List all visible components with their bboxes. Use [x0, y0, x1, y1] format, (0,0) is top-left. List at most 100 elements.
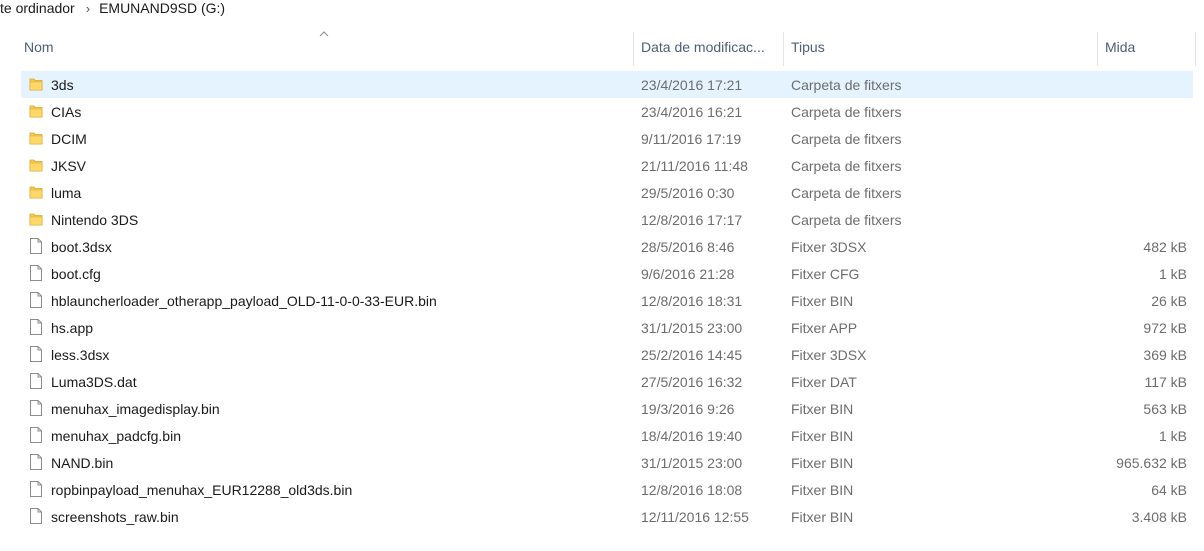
breadcrumb-item-drive[interactable]: EMUNAND9SD (G:): [99, 0, 225, 16]
column-header-size[interactable]: Mida: [1105, 28, 1195, 66]
folder-icon: [29, 103, 43, 119]
column-divider[interactable]: [633, 32, 634, 66]
file-name: NAND.bin: [51, 455, 114, 471]
file-date: 28/5/2016 8:46: [641, 239, 735, 255]
file-name: hblauncherloader_otherapp_payload_OLD-11…: [51, 293, 437, 309]
file-type: Carpeta de fitxers: [791, 131, 902, 147]
file-date: 23/4/2016 17:21: [641, 77, 743, 93]
file-type: Carpeta de fitxers: [791, 158, 902, 174]
file-row[interactable]: ropbinpayload_menuhax_EUR12288_old3ds.bi…: [21, 476, 1193, 503]
column-divider[interactable]: [783, 32, 784, 66]
file-type: Fitxer BIN: [791, 401, 854, 417]
file-name: boot.3dsx: [51, 239, 112, 255]
file-row[interactable]: menuhax_padcfg.bin 18/4/2016 19:40 Fitxer …: [21, 422, 1193, 449]
file-name: ropbinpayload_menuhax_EUR12288_old3ds.bi…: [51, 482, 353, 498]
file-name: Nintendo 3DS: [51, 212, 139, 228]
file-name: CIAs: [51, 104, 82, 120]
column-header-bar: Nom Data de modificac... Tipus Mida: [0, 28, 1204, 66]
file-type: Fitxer CFG: [791, 266, 860, 282]
file-row[interactable]: menuhax_imagedisplay.bin 19/3/2016 9:26 Fi…: [21, 395, 1193, 422]
file-date: 29/5/2016 0:30: [641, 185, 735, 201]
file-type: Fitxer BIN: [791, 293, 854, 309]
file-row[interactable]: boot.cfg 9/6/2016 21:28 Fitxer CFG 1 kB: [21, 260, 1193, 287]
file-date: 9/11/2016 17:19: [641, 131, 742, 147]
file-date: 18/4/2016 19:40: [641, 428, 743, 444]
file-name: DCIM: [51, 131, 87, 147]
file-size: 26 kB: [1151, 293, 1187, 309]
file-date: 12/11/2016 12:55: [641, 509, 749, 525]
file-icon: [29, 373, 43, 389]
file-size: 1 kB: [1158, 266, 1187, 282]
column-header-name[interactable]: Nom: [24, 28, 624, 66]
file-icon: [29, 481, 43, 497]
file-size: 369 kB: [1143, 347, 1187, 363]
file-row[interactable]: hblauncherloader_otherapp_payload_OLD-11…: [21, 287, 1193, 314]
file-date: 23/4/2016 16:21: [641, 104, 743, 120]
file-icon: [29, 265, 43, 281]
file-date: 25/2/2016 14:45: [641, 347, 743, 363]
file-type: Fitxer 3DSX: [791, 239, 867, 255]
file-icon: [29, 238, 43, 254]
file-row[interactable]: Nintendo 3DS 12/8/2016 17:17 Carpeta de fi…: [21, 206, 1193, 233]
file-size: 64 kB: [1151, 482, 1187, 498]
file-type: Fitxer 3DSX: [791, 347, 867, 363]
file-name: JKSV: [51, 158, 87, 174]
file-type: Carpeta de fitxers: [791, 185, 902, 201]
file-date: 12/8/2016 18:31: [641, 293, 743, 309]
column-divider[interactable]: [1097, 32, 1098, 66]
column-header-type[interactable]: Tipus: [791, 28, 1091, 66]
file-row[interactable]: 3ds 23/4/2016 17:21 Carpeta de fitxers: [21, 71, 1193, 98]
chevron-right-icon[interactable]: ›: [86, 1, 90, 17]
folder-icon: [29, 157, 43, 173]
breadcrumb-item-computer[interactable]: te ordinador: [0, 0, 75, 16]
file-type: Carpeta de fitxers: [791, 104, 902, 120]
file-row[interactable]: less.3dsx 25/2/2016 14:45 Fitxer 3DSX 369 k…: [21, 341, 1193, 368]
file-name: luma: [51, 185, 82, 201]
breadcrumb: te ordinador › EMUNAND9SD (G:): [0, 0, 1204, 18]
file-date: 19/3/2016 9:26: [641, 401, 735, 417]
file-type: Fitxer APP: [791, 320, 858, 336]
file-name: hs.app: [51, 320, 94, 336]
file-name: less.3dsx: [51, 347, 110, 363]
file-icon: [29, 427, 43, 443]
file-icon: [29, 346, 43, 362]
file-size: 965.632 kB: [1116, 455, 1187, 471]
file-name: 3ds: [51, 77, 74, 93]
column-divider[interactable]: [1195, 32, 1196, 66]
file-size: 972 kB: [1143, 320, 1187, 336]
file-row[interactable]: Luma3DS.dat 27/5/2016 16:32 Fitxer DAT 117 …: [21, 368, 1193, 395]
folder-icon: [29, 76, 43, 92]
file-size: 3.408 kB: [1131, 509, 1187, 525]
folder-icon: [29, 130, 43, 146]
file-type: Fitxer BIN: [791, 428, 854, 444]
file-row[interactable]: boot.3dsx 28/5/2016 8:46 Fitxer 3DSX 482 kB: [21, 233, 1193, 260]
file-type: Fitxer DAT: [791, 374, 857, 390]
file-size: 1 kB: [1158, 428, 1187, 444]
file-icon: [29, 454, 43, 470]
file-type: Fitxer BIN: [791, 482, 854, 498]
file-name: screenshots_raw.bin: [51, 509, 179, 525]
file-name: menuhax_padcfg.bin: [51, 428, 181, 444]
file-name: menuhax_imagedisplay.bin: [51, 401, 220, 417]
file-row[interactable]: hs.app 31/1/2015 23:00 Fitxer APP 972 kB: [21, 314, 1193, 341]
file-row[interactable]: NAND.bin 31/1/2015 23:00 Fitxer BIN 965.632…: [21, 449, 1193, 476]
column-header-date[interactable]: Data de modificac...: [641, 28, 777, 66]
file-icon: [29, 400, 43, 416]
folder-icon: [29, 211, 43, 227]
file-name: Luma3DS.dat: [51, 374, 137, 390]
file-type: Carpeta de fitxers: [791, 212, 902, 228]
file-row[interactable]: DCIM 9/11/2016 17:19 Carpeta de fitxers: [21, 125, 1193, 152]
file-icon: [29, 319, 43, 335]
file-size: 563 kB: [1143, 401, 1187, 417]
file-date: 21/11/2016 11:48: [641, 158, 748, 174]
file-date: 31/1/2015 23:00: [641, 455, 743, 471]
file-date: 12/8/2016 17:17: [641, 212, 743, 228]
file-row[interactable]: luma 29/5/2016 0:30 Carpeta de fitxers: [21, 179, 1193, 206]
file-type: Fitxer BIN: [791, 509, 854, 525]
file-row[interactable]: screenshots_raw.bin 12/11/2016 12:55 Fitxe…: [21, 503, 1193, 530]
file-row[interactable]: CIAs 23/4/2016 16:21 Carpeta de fitxers: [21, 98, 1193, 125]
file-date: 9/6/2016 21:28: [641, 266, 735, 282]
file-row[interactable]: JKSV 21/11/2016 11:48 Carpeta de fitxers: [21, 152, 1193, 179]
file-size: 117 kB: [1144, 374, 1187, 390]
file-date: 27/5/2016 16:32: [641, 374, 743, 390]
